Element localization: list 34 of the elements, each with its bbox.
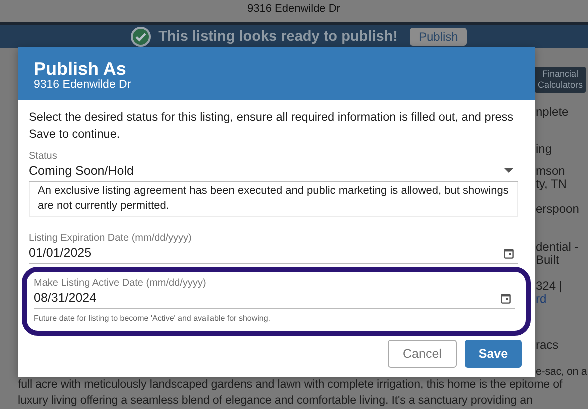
description-text: luxury living offering a seamless blend of elegance and comfortable living. It's a sanctuary providing an	[18, 393, 534, 409]
date-label: Listing Expiration Date (mm/dd/yyyy)	[29, 233, 193, 245]
financial-calculators-button[interactable]: Financial Calculators	[535, 67, 586, 93]
check-icon	[130, 26, 151, 46]
instructions-text: Select the desired status for this listing, ensure all required information is filled out, and press Save to continue.	[29, 109, 515, 142]
listing-address: 9316 Edenwilde Dr	[248, 3, 340, 15]
caret-icon	[504, 168, 514, 174]
status-description: An exclusive listing agreement has been executed and public marketing is allowed, but showings are not currently permitted.	[29, 182, 518, 217]
calendar-icon[interactable]	[504, 248, 514, 258]
banner-message: This listing looks ready to publish!	[158, 28, 398, 44]
description-text: full acre with meticulously landscaped gardens and lawn with complete irrigation, this home is the epitome of	[18, 377, 564, 393]
status-dropdown[interactable]: Coming Soon/Hold	[29, 163, 518, 182]
calendar-icon[interactable]	[501, 292, 511, 304]
side-text: nplete	[536, 106, 570, 119]
side-text: mson	[536, 165, 566, 178]
side-text: racs	[536, 339, 560, 352]
side-text: ing	[536, 143, 554, 156]
side-text: 324 |	[536, 280, 564, 293]
date-field[interactable]: 01/01/2025	[29, 245, 518, 264]
side-text: dential -	[536, 241, 580, 254]
date-field[interactable]: 08/31/2024	[34, 290, 515, 309]
side-link[interactable]: rd	[536, 293, 588, 306]
side-text: erspoon	[536, 203, 580, 216]
side-text: Built	[536, 254, 560, 267]
dialog-subtitle: 9316 Edenwilde Dr	[34, 79, 132, 91]
status-label: Status	[29, 151, 58, 163]
save-button[interactable]: Save	[465, 340, 522, 368]
dialog-title: Publish As	[34, 59, 128, 79]
side-text: ty, TN	[536, 178, 568, 191]
hint-text: Future date for listing to become 'Active' and available for showing.	[34, 314, 272, 323]
side-text: e-sac, on a	[536, 366, 588, 379]
publish-button[interactable]: Publish	[410, 28, 468, 46]
date-label: Make Listing Active Date (mm/dd/yyyy)	[34, 278, 208, 290]
cancel-button[interactable]: Cancel	[388, 340, 457, 368]
